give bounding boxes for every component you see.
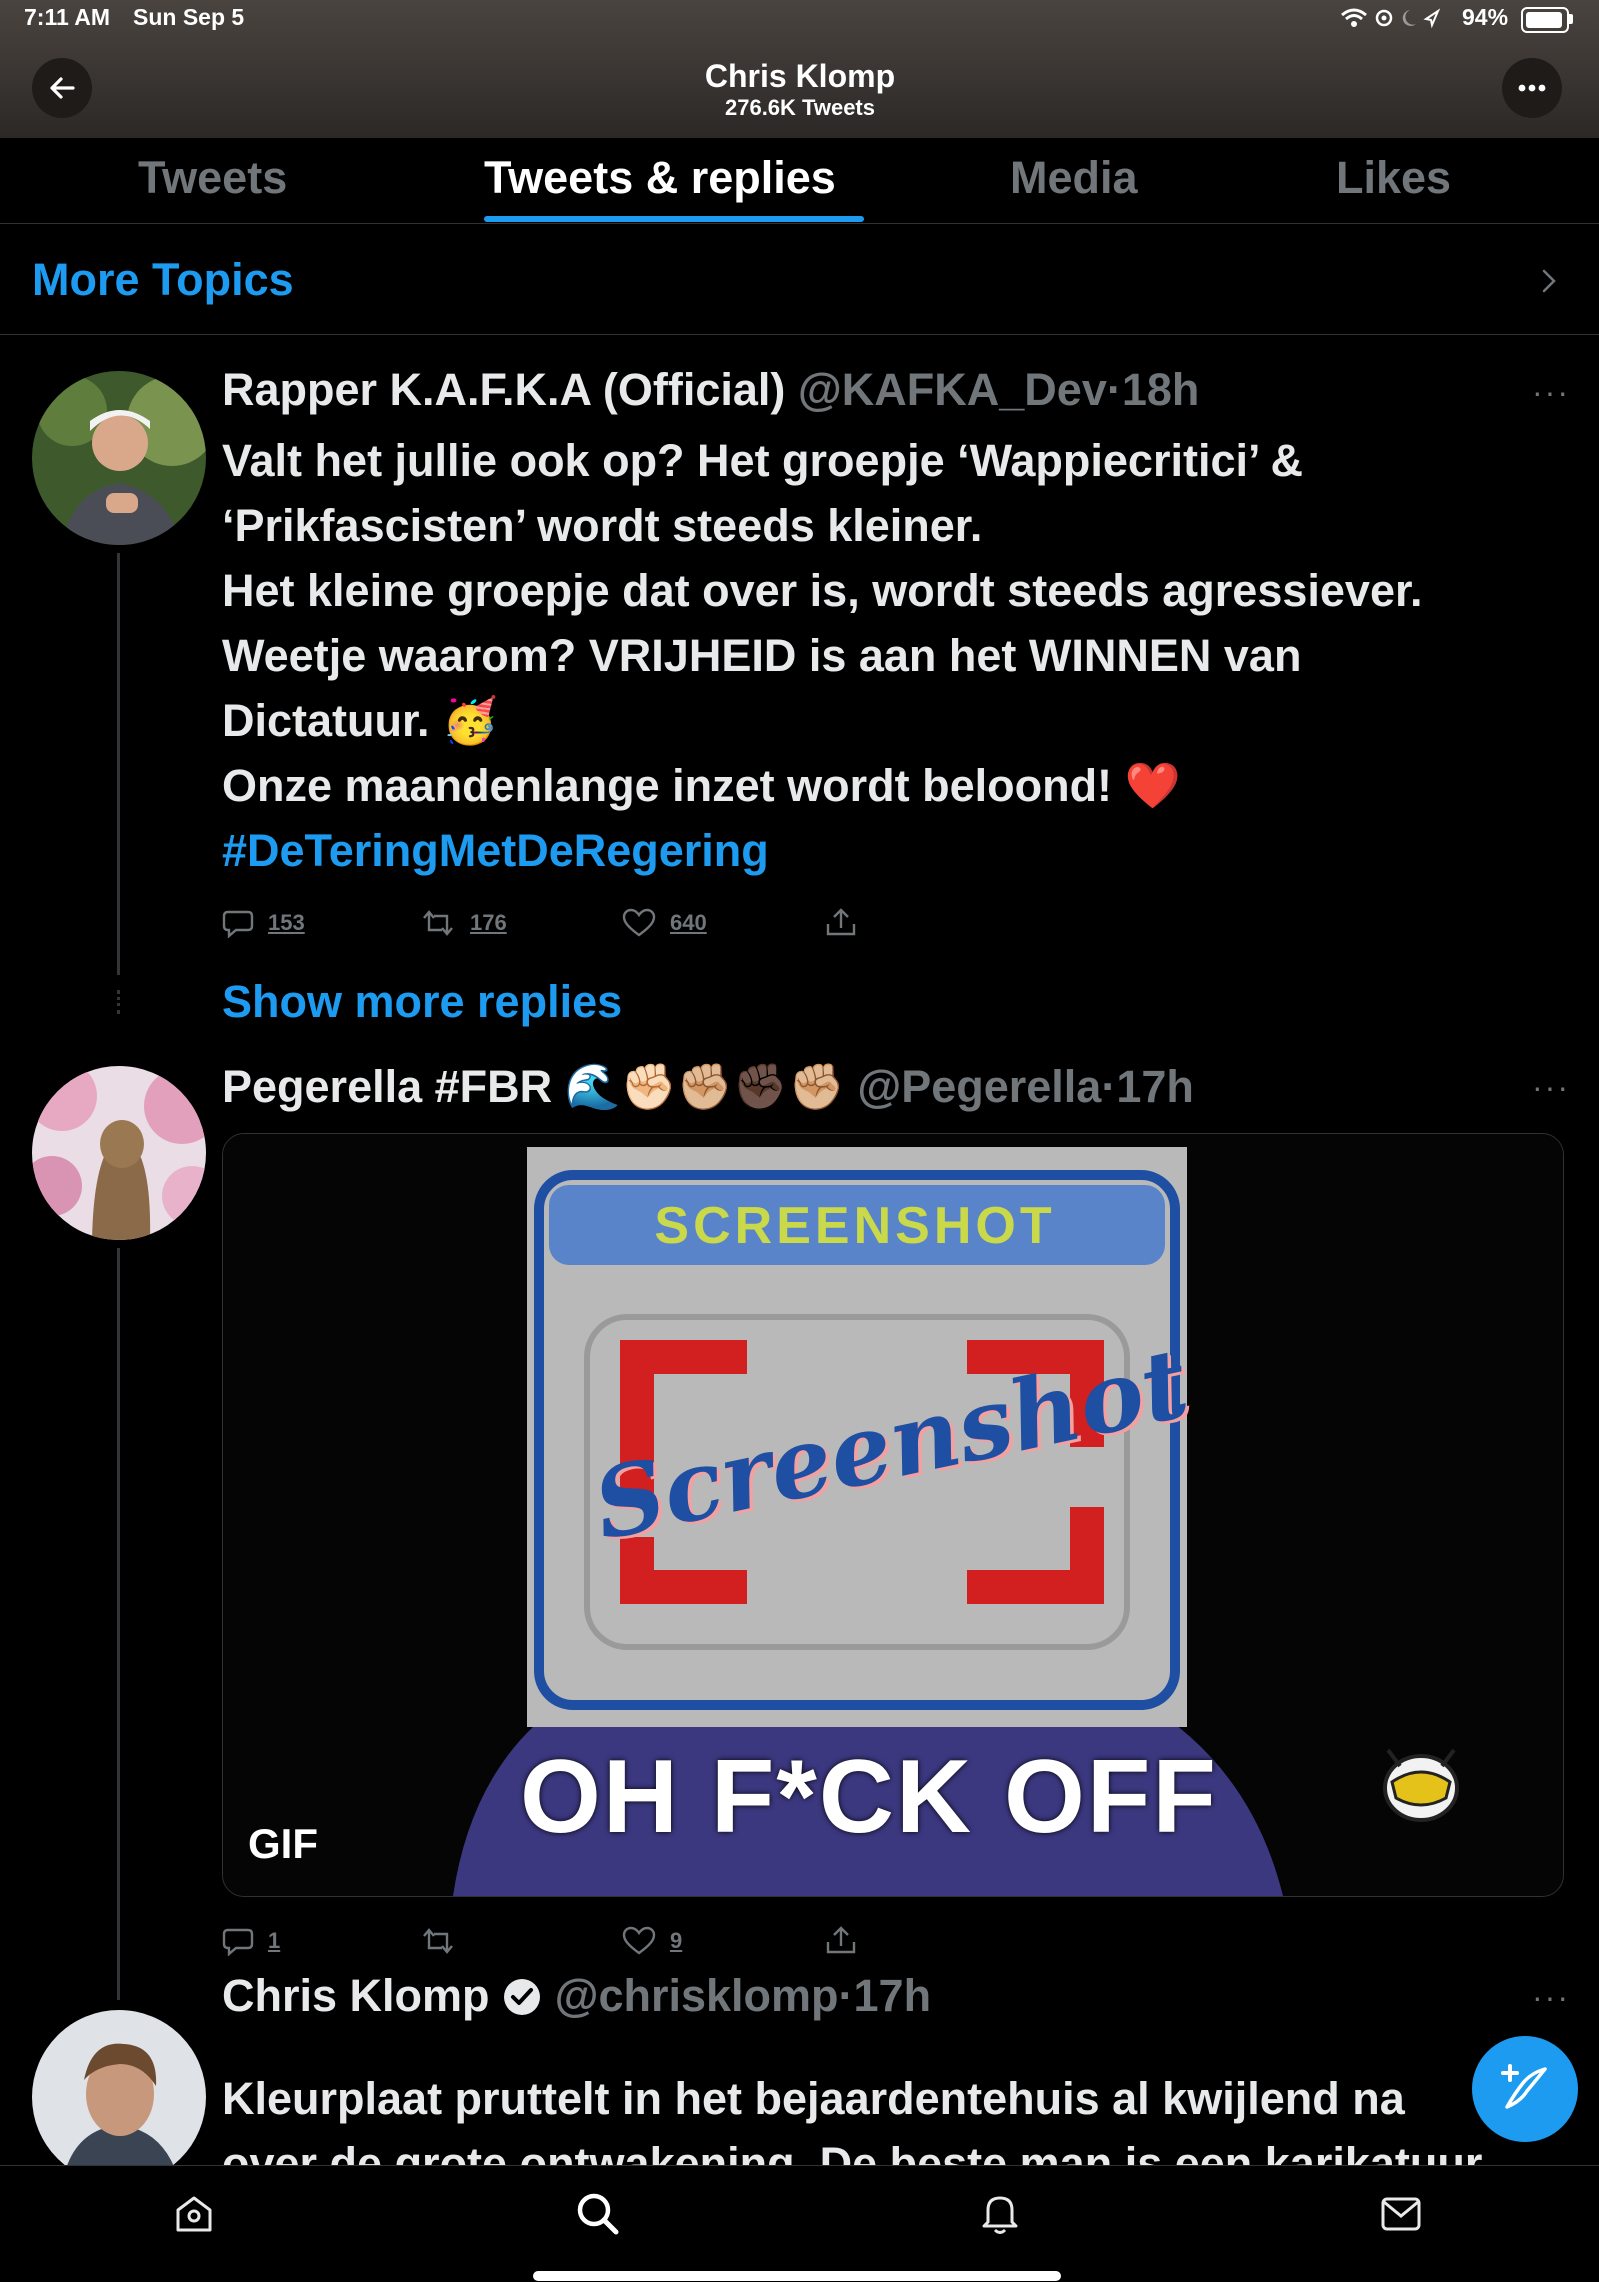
avatar-kafka[interactable] bbox=[32, 371, 206, 545]
more-options-button[interactable] bbox=[1502, 58, 1562, 118]
tweet-count: 276.6K Tweets bbox=[724, 95, 875, 120]
tweet-line: Kleurplaat pruttelt in het bejaardentehu… bbox=[222, 2073, 1405, 2124]
tweet-body: Valt het jullie ook op? Het groepje ‘Wap… bbox=[222, 428, 1423, 883]
thread-gap bbox=[117, 990, 123, 1014]
reply-count: 153 bbox=[268, 910, 305, 935]
home-indicator[interactable] bbox=[533, 2271, 1061, 2281]
user-handle[interactable]: @Pegerella bbox=[857, 1061, 1101, 1112]
messages-icon[interactable] bbox=[1380, 2196, 1422, 2232]
tweet-line: ‘Prikfascisten’ wordt steeds kleiner. bbox=[222, 500, 983, 551]
like-count: 9 bbox=[670, 1928, 683, 1953]
retweet-button[interactable]: 176 bbox=[420, 908, 507, 938]
reply-count: 1 bbox=[268, 1928, 281, 1953]
like-count: 640 bbox=[670, 910, 707, 935]
like-button[interactable]: 640 bbox=[622, 908, 707, 938]
battery-cap bbox=[1569, 14, 1573, 24]
tweet-header: Chris Klomp @chrisklomp·17h bbox=[222, 1970, 932, 2021]
bottom-navigation bbox=[0, 2165, 1599, 2282]
home-icon[interactable] bbox=[174, 2194, 214, 2234]
tweet-line: Weetje waarom? VRIJHEID is aan het WINNE… bbox=[222, 630, 1302, 681]
gif-caption: OH F*CK OFF bbox=[520, 1739, 1218, 1855]
verified-badge-icon bbox=[504, 1979, 541, 2015]
active-tab-indicator bbox=[484, 216, 864, 222]
gif-badge: GIF bbox=[248, 1820, 318, 1867]
share-button[interactable] bbox=[824, 1924, 858, 1956]
battery-level bbox=[1526, 12, 1562, 28]
retweet-icon bbox=[423, 1928, 453, 1954]
tweet-body: Kleurplaat pruttelt in het bejaardentehu… bbox=[222, 2066, 1592, 2165]
tab-tweets[interactable]: Tweets bbox=[138, 152, 287, 204]
watermark-icon bbox=[1383, 1748, 1459, 1822]
reply-icon bbox=[222, 1928, 254, 1956]
tab-media[interactable]: Media bbox=[1010, 152, 1138, 204]
display-name[interactable]: Pegerella #FBR 🌊✊🏻✊🏼✊🏿✊🏼 bbox=[222, 1061, 845, 1112]
divider bbox=[0, 334, 1599, 335]
tweet-time[interactable]: 17h bbox=[854, 1970, 932, 2021]
retweet-icon bbox=[423, 910, 453, 936]
tweet-more-icon[interactable]: ··· bbox=[1532, 1069, 1570, 1106]
thread-line bbox=[117, 553, 120, 975]
heart-icon bbox=[622, 908, 656, 937]
heart-icon bbox=[622, 1926, 656, 1955]
retweet-count: 176 bbox=[470, 910, 507, 935]
avatar-pegerella[interactable] bbox=[32, 1066, 206, 1240]
profile-name-title: Chris Klomp bbox=[704, 58, 896, 94]
tab-tweets-and-replies[interactable]: Tweets & replies bbox=[484, 152, 836, 204]
more-icon bbox=[1518, 84, 1546, 92]
reply-icon bbox=[222, 910, 254, 938]
status-time: 7:11 AM bbox=[24, 4, 111, 30]
status-date: Sun Sep 5 bbox=[133, 4, 245, 30]
user-handle[interactable]: @chrisklomp bbox=[555, 1970, 839, 2021]
wifi-icon bbox=[1341, 8, 1367, 27]
tweet-line: Het kleine groepje dat over is, wordt st… bbox=[222, 565, 1423, 616]
moon-icon bbox=[1402, 10, 1416, 26]
battery-percent: 94% bbox=[1462, 4, 1509, 30]
avatar-chris-klomp[interactable] bbox=[32, 2010, 206, 2184]
display-name[interactable]: Rapper K.A.F.K.A (Official) bbox=[222, 364, 785, 415]
share-button[interactable] bbox=[824, 906, 858, 938]
orientation-lock-icon bbox=[1375, 9, 1393, 27]
compose-feather-icon bbox=[1501, 2064, 1547, 2109]
chevron-right-icon bbox=[1542, 269, 1556, 293]
show-more-replies-link[interactable]: Show more replies bbox=[222, 976, 622, 1028]
user-handle[interactable]: @KAFKA_Dev bbox=[798, 364, 1107, 415]
hashtag-link[interactable]: #DeTeringMetDeRegering bbox=[222, 818, 1423, 883]
tweet-line: Dictatuur. 🥳 bbox=[222, 695, 499, 746]
more-topics-link[interactable]: More Topics bbox=[32, 254, 294, 306]
reply-button[interactable]: 1 bbox=[222, 1926, 280, 1956]
thread-line bbox=[117, 1248, 120, 2000]
tweet-more-icon[interactable]: ··· bbox=[1532, 374, 1570, 411]
reply-button[interactable]: 153 bbox=[222, 908, 305, 938]
compose-tweet-button[interactable] bbox=[1472, 2036, 1578, 2142]
tweet-more-icon[interactable]: ··· bbox=[1532, 1979, 1570, 2016]
back-button[interactable] bbox=[32, 58, 92, 118]
tab-likes[interactable]: Likes bbox=[1336, 152, 1451, 204]
status-icons bbox=[1341, 8, 1440, 29]
tweet-line: over de grote ontwakening. De beste man … bbox=[222, 2138, 1483, 2165]
sticker-top-text: SCREENSHOT bbox=[654, 1197, 1056, 1255]
like-button[interactable]: 9 bbox=[622, 1926, 682, 1956]
share-icon bbox=[826, 1926, 856, 1954]
tweet-line: Valt het jullie ook op? Het groepje ‘Wap… bbox=[222, 435, 1304, 486]
tweet-time[interactable]: 18h bbox=[1122, 364, 1200, 415]
display-name[interactable]: Chris Klomp bbox=[222, 1970, 490, 2021]
tweet-header: Rapper K.A.F.K.A (Official) @KAFKA_Dev·1… bbox=[222, 364, 1200, 415]
notifications-icon[interactable] bbox=[980, 2192, 1020, 2236]
tweet-time[interactable]: 17h bbox=[1116, 1061, 1194, 1112]
tweet-header: Pegerella #FBR 🌊✊🏻✊🏼✊🏿✊🏼 @Pegerella·17h bbox=[222, 1061, 1194, 1112]
search-icon[interactable] bbox=[576, 2192, 620, 2236]
location-icon bbox=[1423, 8, 1440, 29]
tweet-line: Onze maandenlange inzet wordt beloond! ❤… bbox=[222, 760, 1181, 811]
share-icon bbox=[826, 908, 856, 936]
back-arrow-icon bbox=[50, 77, 75, 99]
retweet-button[interactable] bbox=[420, 1926, 470, 1956]
